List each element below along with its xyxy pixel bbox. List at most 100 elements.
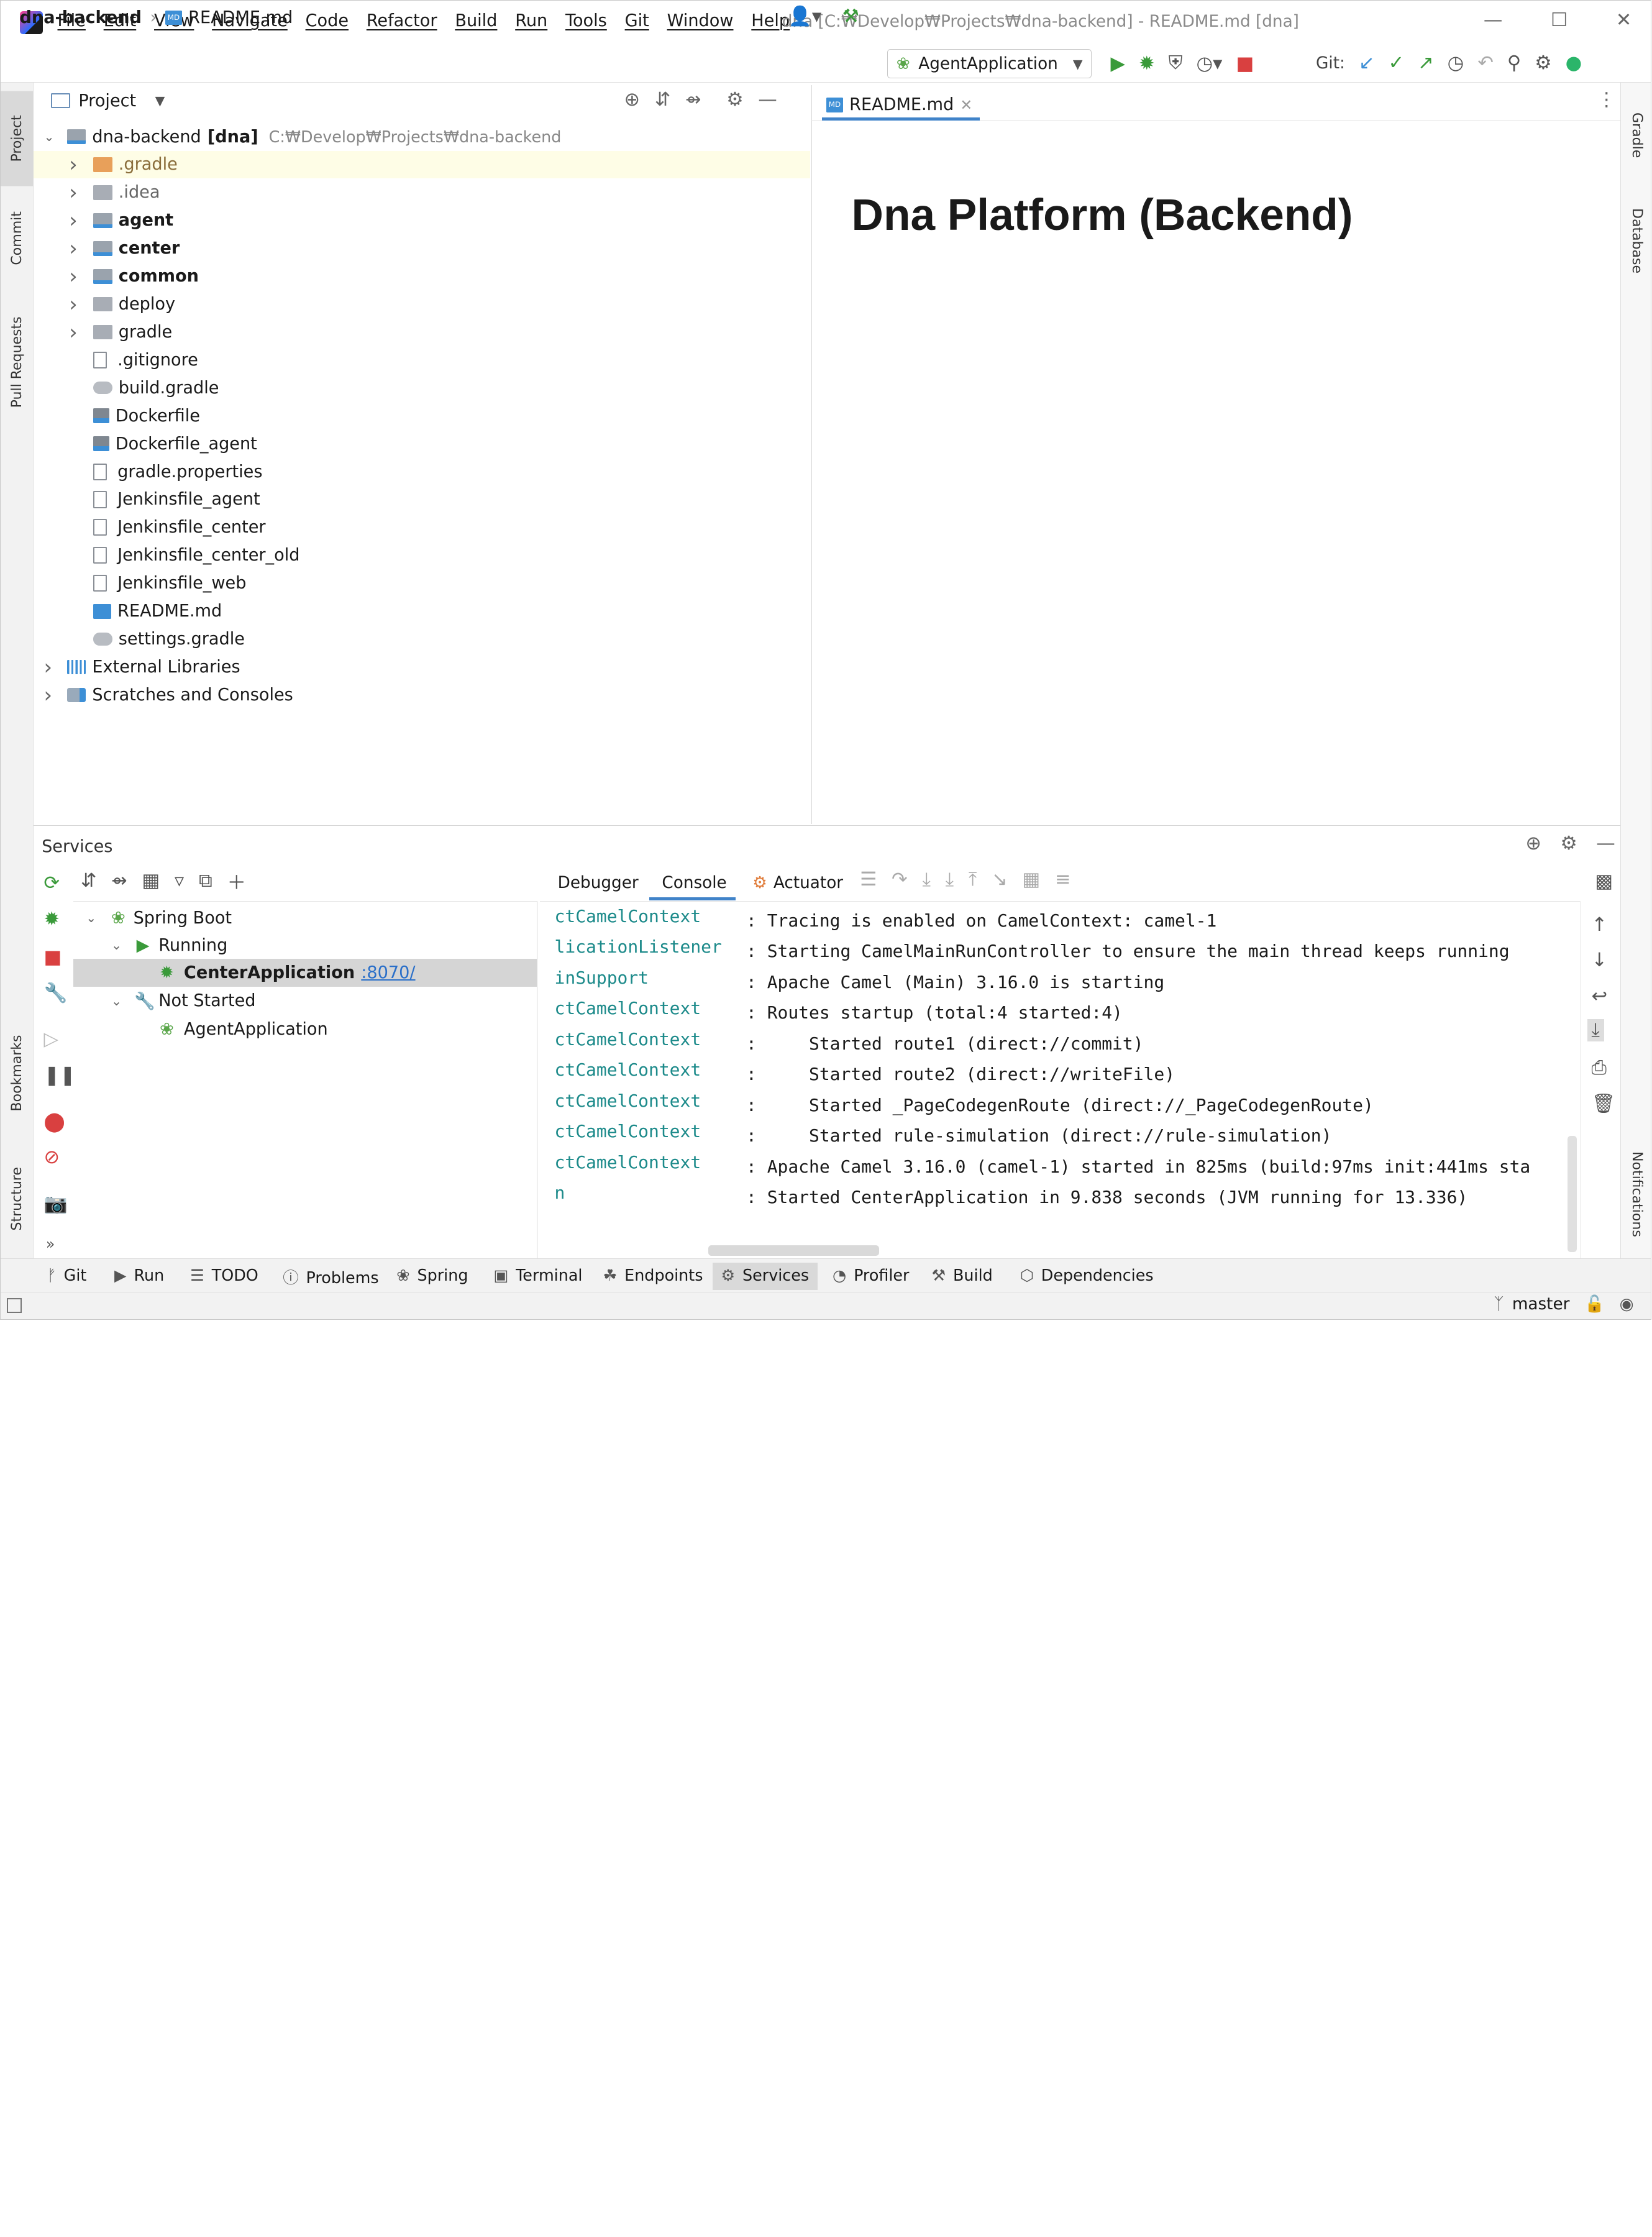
service-not-started[interactable]: ⌄ 🔧 Not Started [73, 987, 537, 1015]
debug-icon[interactable]: ✹ [1139, 53, 1155, 75]
tool-tab-bookmarks[interactable]: Bookmarks [1, 1020, 34, 1126]
close-tab-icon[interactable]: ✕ [960, 96, 972, 114]
trace-icon[interactable]: ≡ [1055, 869, 1071, 890]
trash-icon[interactable]: 🗑 [1591, 1093, 1615, 1115]
chevron-right-icon[interactable]: › [69, 292, 81, 316]
service-port-link[interactable]: :8070/ [361, 963, 415, 982]
bottom-tab-spring[interactable]: ❀ Spring [388, 1263, 477, 1290]
mute-breakpoints-icon[interactable]: ⊘ [43, 1146, 60, 1168]
tree-item[interactable]: Jenkinsfile_center_old [34, 541, 811, 569]
tree-item[interactable]: › common [34, 262, 811, 290]
search-icon[interactable]: ⚲ [1507, 52, 1521, 74]
breadcrumb-project[interactable]: dna-backend [20, 8, 142, 27]
tree-item[interactable]: › deploy [34, 290, 811, 318]
menu-build[interactable]: Build [455, 11, 497, 30]
profile-icon[interactable]: ◷▾ [1197, 53, 1223, 75]
tab-console[interactable]: Console [649, 866, 736, 900]
breadcrumb-file[interactable]: README.md [188, 8, 293, 27]
lock-icon[interactable]: 🔓 [1584, 1295, 1605, 1314]
new-service-icon[interactable]: ⧉ [199, 870, 212, 892]
vertical-scrollbar[interactable] [1568, 1136, 1577, 1252]
tree-scratches[interactable]: › Scratches and Consoles [34, 681, 811, 709]
tool-tab-project[interactable]: Project [1, 91, 34, 186]
chevron-down-icon[interactable]: ⌄ [43, 129, 56, 144]
chevron-right-icon[interactable]: › [69, 320, 81, 344]
force-step-into-icon[interactable]: ⤓ [946, 869, 954, 891]
bottom-tab-endpoints[interactable]: ☘ Endpoints [595, 1263, 711, 1290]
tree-item[interactable]: build.gradle [34, 374, 811, 402]
tool-tab-pull-requests[interactable]: Pull Requests [1, 299, 34, 425]
jetbrains-plugin-icon[interactable]: ● [1566, 52, 1582, 74]
expand-all-icon[interactable]: ⇵ [81, 870, 97, 892]
resume-icon[interactable]: ▷ [43, 1028, 58, 1050]
project-view-selector[interactable]: Project ▼ [51, 91, 165, 111]
bottom-tab-todo[interactable]: ☰ TODO [182, 1263, 267, 1290]
service-spring-boot[interactable]: ⌄ ❀ Spring Boot [73, 904, 537, 932]
evaluate-icon[interactable]: ▦ [1022, 869, 1040, 890]
tool-tab-commit[interactable]: Commit [1, 196, 34, 281]
coverage-icon[interactable]: ⛨ [1169, 52, 1183, 75]
soft-wrap-icon[interactable]: ↩ [1591, 986, 1607, 1007]
stop-icon[interactable]: ■ [1236, 53, 1254, 75]
history-icon[interactable]: ◷ [1448, 52, 1464, 74]
git-push-icon[interactable]: ↗ [1418, 52, 1434, 74]
layout-icon[interactable]: ▩ [1595, 871, 1613, 892]
menu-window[interactable]: Window [667, 11, 734, 30]
run-config-select[interactable]: ❀ AgentApplication ▼ [887, 48, 1092, 79]
bottom-tab-problems[interactable]: ⓘ Problems [275, 1263, 387, 1290]
tree-item[interactable]: › gradle [34, 318, 811, 346]
tool-tab-notifications[interactable]: Notifications [1621, 1136, 1651, 1251]
menu-tools[interactable]: Tools [565, 11, 607, 30]
tab-debugger[interactable]: Debugger [558, 866, 639, 900]
locate-icon[interactable]: ⊕ [1525, 833, 1541, 854]
tree-item[interactable]: › center [34, 234, 811, 262]
close-icon[interactable]: ✕ [1616, 9, 1632, 31]
bottom-tab-build[interactable]: ⚒ Build [923, 1263, 1002, 1290]
settings-gear-icon[interactable]: ⚙ [1535, 52, 1551, 74]
build-hammer-icon[interactable]: ⚒ [842, 6, 859, 27]
scroll-up-icon[interactable]: ↑ [1591, 914, 1607, 936]
wrench-icon[interactable]: 🔧 [43, 982, 67, 1004]
git-branch[interactable]: master [1512, 1295, 1570, 1314]
chevron-right-icon[interactable]: › [69, 152, 81, 176]
tab-actuator[interactable]: ⚙ Actuator [752, 866, 843, 900]
scroll-down-icon[interactable]: ↓ [1591, 949, 1607, 971]
tool-tab-gradle[interactable]: Gradle [1621, 93, 1651, 178]
tree-item[interactable]: Dockerfile_agent [34, 430, 811, 458]
tree-item[interactable]: gradle.properties [34, 458, 811, 486]
run-to-cursor-icon[interactable]: ↘ [992, 869, 1008, 890]
filter-icon[interactable]: ▿ [175, 870, 184, 892]
tool-windows-toggle-icon[interactable] [7, 1298, 22, 1313]
gear-icon[interactable]: ⚙ [726, 89, 743, 111]
step-into-icon[interactable]: ⤓ [922, 869, 930, 891]
bottom-tab-services[interactable]: ⚙ Services [712, 1262, 818, 1290]
pause-icon[interactable]: ❚❚ [43, 1064, 75, 1086]
gear-icon[interactable]: ⚙ [1560, 833, 1577, 854]
chevron-right-icon[interactable]: › [69, 208, 81, 232]
tree-item[interactable]: Jenkinsfile_center [34, 513, 811, 541]
tree-root[interactable]: ⌄ dna-backend [dna] C:₩Develop₩Projects₩… [34, 123, 811, 151]
collapse-all-icon[interactable]: ⇴ [685, 89, 701, 111]
chevron-right-icon[interactable]: › [69, 180, 81, 204]
hide-icon[interactable]: — [1596, 833, 1615, 854]
chevron-down-icon[interactable]: ⌄ [86, 910, 98, 925]
run-icon[interactable]: ▶ [1111, 53, 1125, 75]
tree-item[interactable]: › agent [34, 206, 811, 234]
tree-item[interactable]: › .idea [34, 178, 811, 206]
memory-icon[interactable]: ◉ [1620, 1295, 1634, 1314]
chevron-down-icon[interactable]: ⌄ [111, 938, 124, 953]
chevron-right-icon[interactable]: › [69, 264, 81, 288]
tree-item[interactable]: Jenkinsfile_agent [34, 486, 811, 514]
horizontal-scrollbar[interactable] [708, 1245, 879, 1256]
print-icon[interactable]: ⎙ [1591, 1057, 1606, 1079]
scroll-to-end-icon[interactable]: ⤓ [1587, 1019, 1604, 1042]
bottom-tab-dependencies[interactable]: ⬡ Dependencies [1011, 1263, 1162, 1290]
tree-item[interactable]: settings.gradle [34, 625, 811, 653]
bottom-tab-git[interactable]: ᚠ Git [39, 1263, 95, 1290]
step-over-icon[interactable]: ↷ [892, 869, 908, 890]
user-icon[interactable]: 👤▾ [788, 6, 821, 27]
menu-refactor[interactable]: Refactor [367, 11, 437, 30]
tool-tab-database[interactable]: Database [1621, 188, 1651, 294]
tree-item[interactable]: Jenkinsfile_web [34, 569, 811, 597]
menu-code[interactable]: Code [306, 11, 349, 30]
